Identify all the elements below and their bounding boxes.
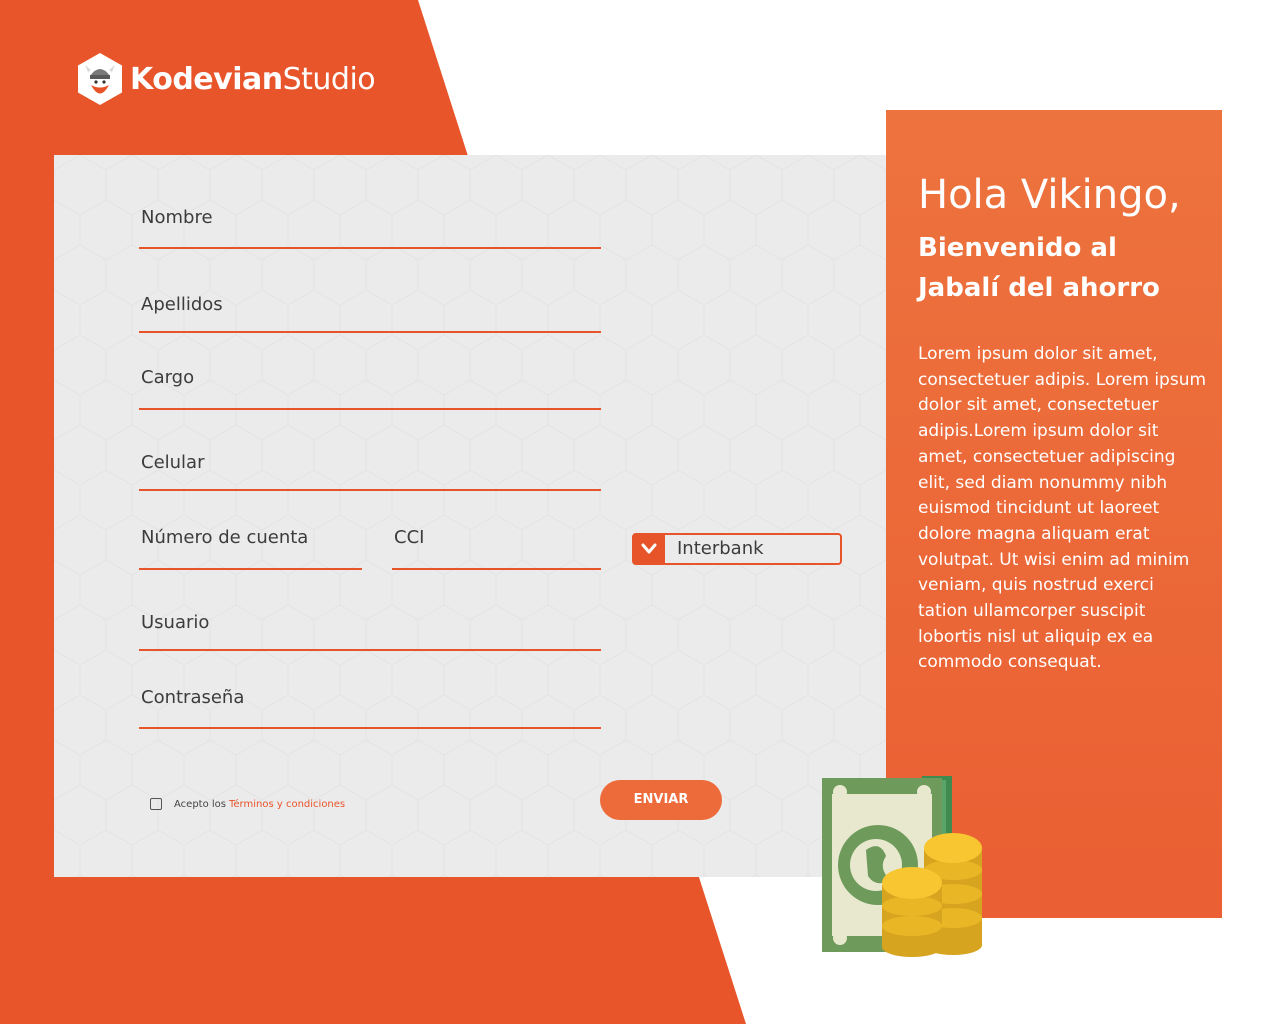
usuario-underline xyxy=(139,649,601,651)
cargo-label: Cargo xyxy=(141,367,195,388)
registration-form: Nombre Apellidos Cargo Celular Número de… xyxy=(54,155,886,877)
brand-name-bold: Kodevian xyxy=(130,61,283,97)
welcome-subtitle: Bienvenido al Jabalí del ahorro xyxy=(918,228,1208,308)
usuario-field[interactable]: Usuario xyxy=(139,605,601,651)
terms-prefix: Acepto los xyxy=(174,798,226,810)
contrasena-label: Contraseña xyxy=(141,687,245,708)
money-and-coins-icon xyxy=(822,776,982,957)
apellidos-label: Apellidos xyxy=(141,294,223,315)
terms-row: Acepto los Términos y condiciones xyxy=(150,798,345,810)
usuario-label: Usuario xyxy=(141,612,210,633)
brand-name-regular: Studio xyxy=(282,61,376,97)
brand-name: KodevianStudio xyxy=(130,61,376,97)
numero-cuenta-field[interactable]: Número de cuenta xyxy=(139,521,362,570)
contrasena-field[interactable]: Contraseña xyxy=(139,681,601,729)
numero-cuenta-underline xyxy=(139,568,362,570)
celular-underline xyxy=(139,489,601,491)
cci-field[interactable]: CCI xyxy=(392,521,601,570)
contrasena-underline xyxy=(139,727,601,729)
cci-underline xyxy=(392,568,601,570)
viking-logo-icon xyxy=(78,53,122,105)
nombre-underline xyxy=(139,247,601,249)
brand-logo[interactable]: KodevianStudio xyxy=(76,52,376,106)
hexagon-pattern xyxy=(54,155,886,877)
bank-select[interactable]: Interbank xyxy=(632,533,842,565)
apellidos-field[interactable]: Apellidos xyxy=(139,285,601,333)
greeting-title: Hola Vikingo, xyxy=(918,172,1181,218)
terms-link[interactable]: Términos y condiciones xyxy=(229,799,345,810)
cci-label: CCI xyxy=(394,527,425,548)
cargo-underline xyxy=(139,408,601,410)
cargo-field[interactable]: Cargo xyxy=(139,360,601,410)
welcome-body-text: Lorem ipsum dolor sit amet, consectetuer… xyxy=(918,344,1207,673)
bank-select-value: Interbank xyxy=(677,538,764,559)
celular-field[interactable]: Celular xyxy=(139,445,601,491)
terms-checkbox[interactable] xyxy=(150,798,162,810)
welcome-subtitle-line1: Bienvenido al xyxy=(918,233,1117,263)
nombre-field[interactable]: Nombre xyxy=(139,200,601,249)
chevron-down-icon[interactable] xyxy=(633,534,665,564)
submit-button[interactable]: ENVIAR xyxy=(600,780,722,820)
celular-label: Celular xyxy=(141,452,205,473)
numero-cuenta-label: Número de cuenta xyxy=(141,527,309,548)
nombre-label: Nombre xyxy=(141,207,213,228)
welcome-subtitle-line2: Jabalí del ahorro xyxy=(918,273,1160,303)
apellidos-underline xyxy=(139,331,601,333)
